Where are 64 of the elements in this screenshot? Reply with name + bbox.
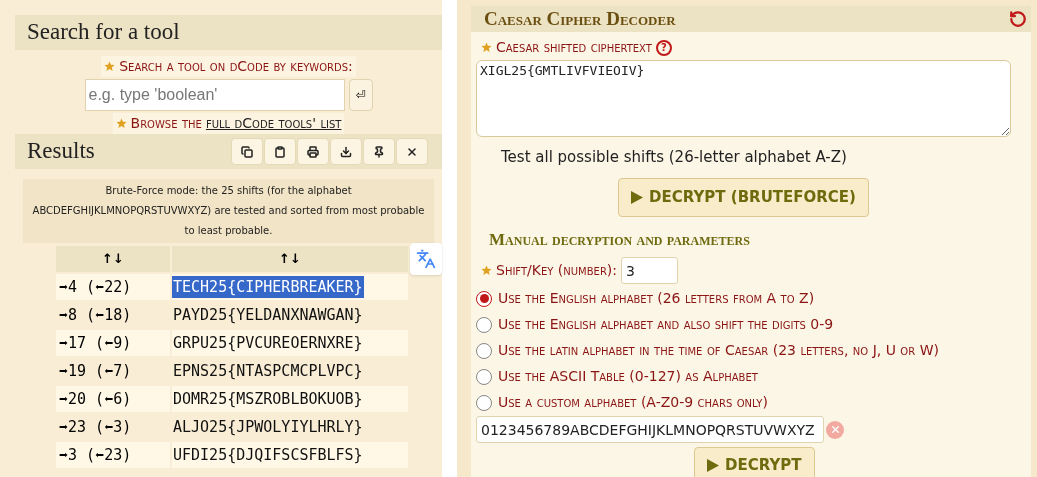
alphabet-option-label[interactable]: Use a custom alphabet (A-Z0-9 chars only): [498, 392, 768, 413]
panel-title: Search for a tool: [27, 18, 180, 47]
print-icon: [307, 145, 319, 158]
star-icon: [104, 61, 116, 72]
column-header[interactable]: ↑↓: [172, 246, 408, 272]
shift-label: Shift/Key (number):: [496, 261, 617, 280]
bruteforce-note: Brute-Force mode: the 25 shifts (for the alphabet ABCDEFGHIJKLMNOPQRSTUVWXYZ) are tested and sorted from most probable to least probable.: [31, 184, 426, 238]
decrypt-button[interactable]: DECRYPT: [694, 447, 815, 477]
radio-button[interactable]: [476, 316, 492, 333]
radio-button[interactable]: [476, 290, 492, 307]
shift-cell-text: ➡23 (⬅3): [58, 416, 133, 438]
clipboard-icon: [274, 145, 286, 158]
pin-icon: [373, 145, 385, 158]
search-label: Search a tool on dCode by keywords:: [119, 57, 353, 76]
shift-field[interactable]: 3: [621, 257, 678, 284]
shift-cell: ➡17 (⬅9): [56, 330, 170, 356]
reset-icon[interactable]: [1009, 10, 1027, 28]
results-title: Results: [27, 137, 95, 166]
search-field[interactable]: e.g. type 'boolean': [84, 79, 345, 111]
help-icon[interactable]: ?: [655, 39, 672, 56]
translate-icon[interactable]: [410, 243, 442, 275]
ciphertext-label: Caesar shifted ciphertext: [496, 38, 652, 57]
result-cell-text: GRPU25{PVCUREOERNXRE}: [172, 332, 364, 354]
bruteforce-button[interactable]: DECRYPT (BRUTEFORCE): [618, 177, 869, 217]
ciphertext-field[interactable]: XIGL25{GMTLIVFVIEOIV}: [476, 60, 1011, 137]
custom-alphabet-field[interactable]: 0123456789ABCDEFGHIJKLMNOPQRSTUVWXYZ: [476, 416, 824, 443]
alphabet-option-label[interactable]: Use the English alphabet and also shift the digits 0-9: [498, 314, 834, 335]
star-icon: [481, 42, 492, 53]
radio-button[interactable]: [476, 394, 492, 411]
download-icon: [340, 145, 352, 158]
result-cell: TECH25{CIPHERBREAKER}: [172, 275, 364, 299]
play-icon: [707, 458, 719, 472]
close-icon: [406, 145, 418, 158]
result-cell-text: PAYD25{YELDANXNAWGAN}: [172, 304, 364, 326]
radio-button[interactable]: [476, 368, 492, 385]
shift-cell: ➡4 (⬅22): [56, 274, 170, 300]
clipboard-button[interactable]: [264, 138, 296, 165]
result-cell-text: UFDI25{DJQIFSCSFBLFS}: [172, 444, 364, 466]
shift-cell: ➡20 (⬅6): [56, 386, 170, 412]
result-cell-text: ALJO25{JPWOLYIYLHRLY}: [172, 416, 364, 438]
copy-button[interactable]: [231, 138, 263, 165]
alphabet-option-label[interactable]: Use the ASCII Table (0-127) as Alphabet: [498, 366, 758, 387]
alphabet-option-label[interactable]: Use the English alphabet (26 letters from A to Z): [498, 288, 815, 309]
shift-cell-text: ➡19 (⬅7): [58, 360, 133, 382]
alphabet-option-label[interactable]: Use the latin alphabet in the time of Caesar (23 letters, no J, U or W): [498, 340, 939, 361]
radio-button[interactable]: [476, 342, 492, 359]
tools-list-link[interactable]: full dCode tools' list: [205, 113, 342, 134]
star-icon: [115, 118, 127, 129]
pin-button[interactable]: [363, 138, 395, 165]
shift-cell: ➡3 (⬅23): [56, 442, 170, 468]
copy-icon: [241, 145, 253, 158]
bruteforce-hint: Test all possible shifts (26-letter alphabet A-Z): [501, 147, 848, 168]
print-button[interactable]: [297, 138, 329, 165]
column-header[interactable]: ↑↓: [56, 246, 170, 272]
decoder-title: Caesar Cipher Decoder: [484, 6, 676, 31]
manual-section-title: Manual decryption and parameters: [489, 228, 751, 251]
result-cell-text: EPNS25{NTASPCMCPLVPC}: [172, 360, 364, 382]
download-button[interactable]: [330, 138, 362, 165]
result-cell-text: DOMR25{MSZROBLBOKUOB}: [172, 388, 364, 410]
browse-label: Browse the: [130, 114, 202, 133]
play-icon: [631, 190, 644, 204]
enter-button[interactable]: ⏎: [348, 79, 373, 111]
shift-cell-text: ➡8 (⬅18): [58, 304, 133, 326]
star-icon: [481, 265, 492, 276]
